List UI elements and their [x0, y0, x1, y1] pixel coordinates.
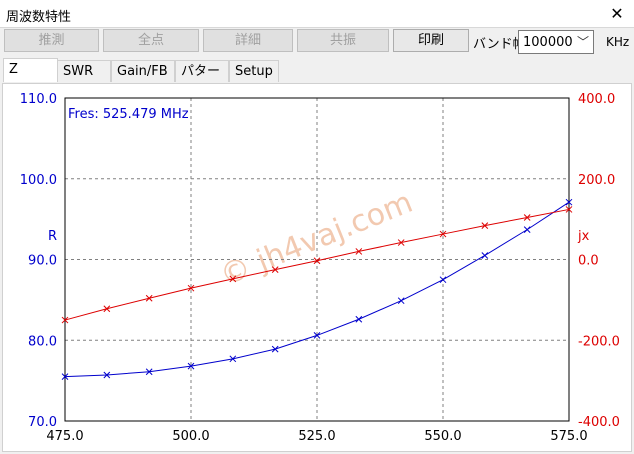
y-right-tick-label: 400.0 [578, 92, 615, 107]
x-tick-label: 575.0 [550, 429, 587, 444]
y-right-tick-label: 0.0 [578, 254, 599, 269]
r-data-point [397, 297, 405, 305]
r-data-point [523, 226, 531, 233]
y-right-tick-label: -200.0 [578, 334, 620, 349]
y-left-tick-label: 80.0 [28, 334, 57, 349]
x-tick-label: 550.0 [424, 429, 461, 444]
x-tick-label: 500.0 [172, 429, 209, 444]
y-left-tick-label: 110.0 [20, 92, 57, 107]
x-tick-label: 525.0 [298, 429, 335, 444]
y-right-tick-label: -400.0 [578, 415, 620, 430]
jx-series-label: jx [577, 229, 590, 244]
y-right-tick-label: 200.0 [578, 173, 615, 188]
y-left-tick-label: 90.0 [28, 254, 57, 269]
r-data-point [481, 252, 489, 259]
r-data-point [439, 276, 447, 284]
watermark-text: © jh4vaj.com [215, 185, 417, 294]
y-left-tick-label: 70.0 [28, 415, 57, 430]
r-series-label: R [48, 229, 57, 244]
resonance-annotation: Fres: 525.479 MHz [68, 107, 189, 122]
impedance-chart: © jh4vaj.com 475.0 500.0 525.0 550.0 575.0 11… [20, 92, 620, 444]
r-data-point [355, 315, 363, 323]
jx-data-point [103, 305, 111, 313]
x-tick-label: 475.0 [46, 429, 83, 444]
y-left-tick-label: 100.0 [20, 173, 57, 188]
